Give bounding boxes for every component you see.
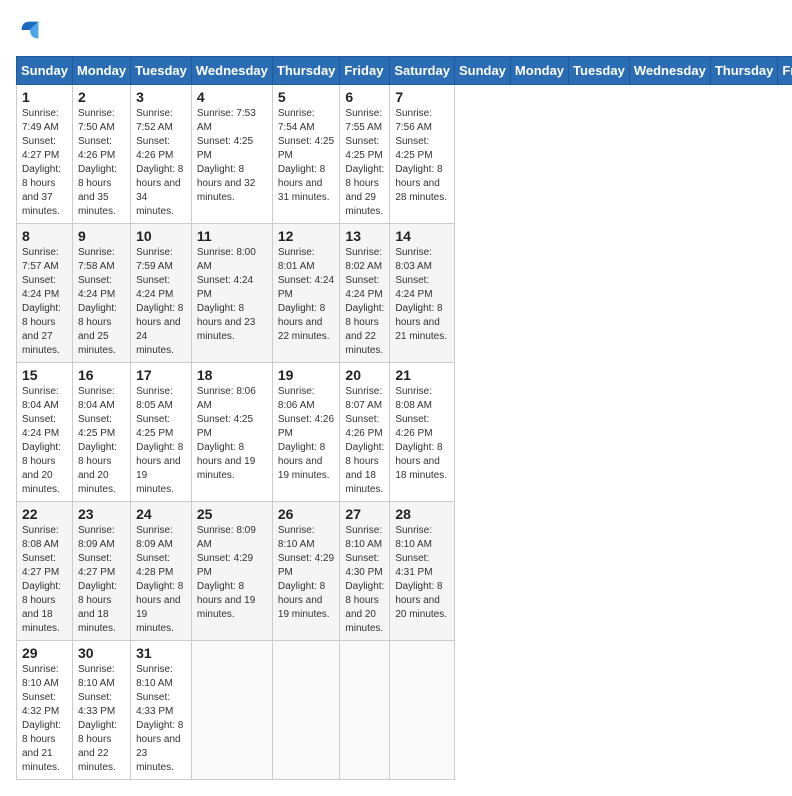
col-header-thursday: Thursday: [710, 57, 778, 85]
col-header-monday: Monday: [72, 57, 130, 85]
calendar-day-26: 26Sunrise: 8:10 AMSunset: 4:29 PMDayligh…: [272, 502, 340, 641]
calendar-day-2: 2Sunrise: 7:50 AMSunset: 4:26 PMDaylight…: [72, 85, 130, 224]
calendar-day-25: 25Sunrise: 8:09 AMSunset: 4:29 PMDayligh…: [191, 502, 272, 641]
calendar-day-29: 29Sunrise: 8:10 AMSunset: 4:32 PMDayligh…: [17, 641, 73, 780]
col-header-friday: Friday: [778, 57, 792, 85]
calendar-day-30: 30Sunrise: 8:10 AMSunset: 4:33 PMDayligh…: [72, 641, 130, 780]
logo-icon: [16, 16, 44, 44]
calendar-day-16: 16Sunrise: 8:04 AMSunset: 4:25 PMDayligh…: [72, 363, 130, 502]
calendar-day-14: 14Sunrise: 8:03 AMSunset: 4:24 PMDayligh…: [390, 224, 455, 363]
calendar-day-5: 5Sunrise: 7:54 AMSunset: 4:25 PMDaylight…: [272, 85, 340, 224]
col-header-thursday: Thursday: [272, 57, 340, 85]
calendar-day-27: 27Sunrise: 8:10 AMSunset: 4:30 PMDayligh…: [340, 502, 390, 641]
calendar-day-3: 3Sunrise: 7:52 AMSunset: 4:26 PMDaylight…: [131, 85, 192, 224]
calendar-day-12: 12Sunrise: 8:01 AMSunset: 4:24 PMDayligh…: [272, 224, 340, 363]
calendar-day-8: 8Sunrise: 7:57 AMSunset: 4:24 PMDaylight…: [17, 224, 73, 363]
calendar-header-row: SundayMondayTuesdayWednesdayThursdayFrid…: [17, 57, 792, 85]
empty-cell: [390, 641, 455, 780]
calendar-day-1: 1Sunrise: 7:49 AMSunset: 4:27 PMDaylight…: [17, 85, 73, 224]
col-header-saturday: Saturday: [390, 57, 455, 85]
col-header-sunday: Sunday: [17, 57, 73, 85]
calendar-day-10: 10Sunrise: 7:59 AMSunset: 4:24 PMDayligh…: [131, 224, 192, 363]
empty-cell: [191, 641, 272, 780]
calendar-day-7: 7Sunrise: 7:56 AMSunset: 4:25 PMDaylight…: [390, 85, 455, 224]
empty-cell: [340, 641, 390, 780]
calendar-table: SundayMondayTuesdayWednesdayThursdayFrid…: [16, 56, 792, 780]
calendar-day-15: 15Sunrise: 8:04 AMSunset: 4:24 PMDayligh…: [17, 363, 73, 502]
calendar-day-28: 28Sunrise: 8:10 AMSunset: 4:31 PMDayligh…: [390, 502, 455, 641]
calendar-week-2: 8Sunrise: 7:57 AMSunset: 4:24 PMDaylight…: [17, 224, 792, 363]
calendar-day-11: 11Sunrise: 8:00 AMSunset: 4:24 PMDayligh…: [191, 224, 272, 363]
calendar-day-4: 4Sunrise: 7:53 AMSunset: 4:25 PMDaylight…: [191, 85, 272, 224]
calendar-week-3: 15Sunrise: 8:04 AMSunset: 4:24 PMDayligh…: [17, 363, 792, 502]
calendar-day-21: 21Sunrise: 8:08 AMSunset: 4:26 PMDayligh…: [390, 363, 455, 502]
calendar-week-1: 1Sunrise: 7:49 AMSunset: 4:27 PMDaylight…: [17, 85, 792, 224]
col-header-sunday: Sunday: [454, 57, 510, 85]
col-header-friday: Friday: [340, 57, 390, 85]
calendar-day-31: 31Sunrise: 8:10 AMSunset: 4:33 PMDayligh…: [131, 641, 192, 780]
calendar-day-22: 22Sunrise: 8:08 AMSunset: 4:27 PMDayligh…: [17, 502, 73, 641]
page-header: [16, 16, 776, 44]
calendar-day-23: 23Sunrise: 8:09 AMSunset: 4:27 PMDayligh…: [72, 502, 130, 641]
col-header-monday: Monday: [510, 57, 568, 85]
calendar-week-5: 29Sunrise: 8:10 AMSunset: 4:32 PMDayligh…: [17, 641, 792, 780]
col-header-tuesday: Tuesday: [569, 57, 630, 85]
calendar-day-19: 19Sunrise: 8:06 AMSunset: 4:26 PMDayligh…: [272, 363, 340, 502]
calendar-day-17: 17Sunrise: 8:05 AMSunset: 4:25 PMDayligh…: [131, 363, 192, 502]
empty-cell: [272, 641, 340, 780]
logo: [16, 16, 48, 44]
col-header-wednesday: Wednesday: [191, 57, 272, 85]
calendar-week-4: 22Sunrise: 8:08 AMSunset: 4:27 PMDayligh…: [17, 502, 792, 641]
col-header-tuesday: Tuesday: [131, 57, 192, 85]
calendar-day-6: 6Sunrise: 7:55 AMSunset: 4:25 PMDaylight…: [340, 85, 390, 224]
calendar-day-18: 18Sunrise: 8:06 AMSunset: 4:25 PMDayligh…: [191, 363, 272, 502]
calendar-day-24: 24Sunrise: 8:09 AMSunset: 4:28 PMDayligh…: [131, 502, 192, 641]
calendar-day-13: 13Sunrise: 8:02 AMSunset: 4:24 PMDayligh…: [340, 224, 390, 363]
calendar-day-20: 20Sunrise: 8:07 AMSunset: 4:26 PMDayligh…: [340, 363, 390, 502]
col-header-wednesday: Wednesday: [629, 57, 710, 85]
calendar-day-9: 9Sunrise: 7:58 AMSunset: 4:24 PMDaylight…: [72, 224, 130, 363]
